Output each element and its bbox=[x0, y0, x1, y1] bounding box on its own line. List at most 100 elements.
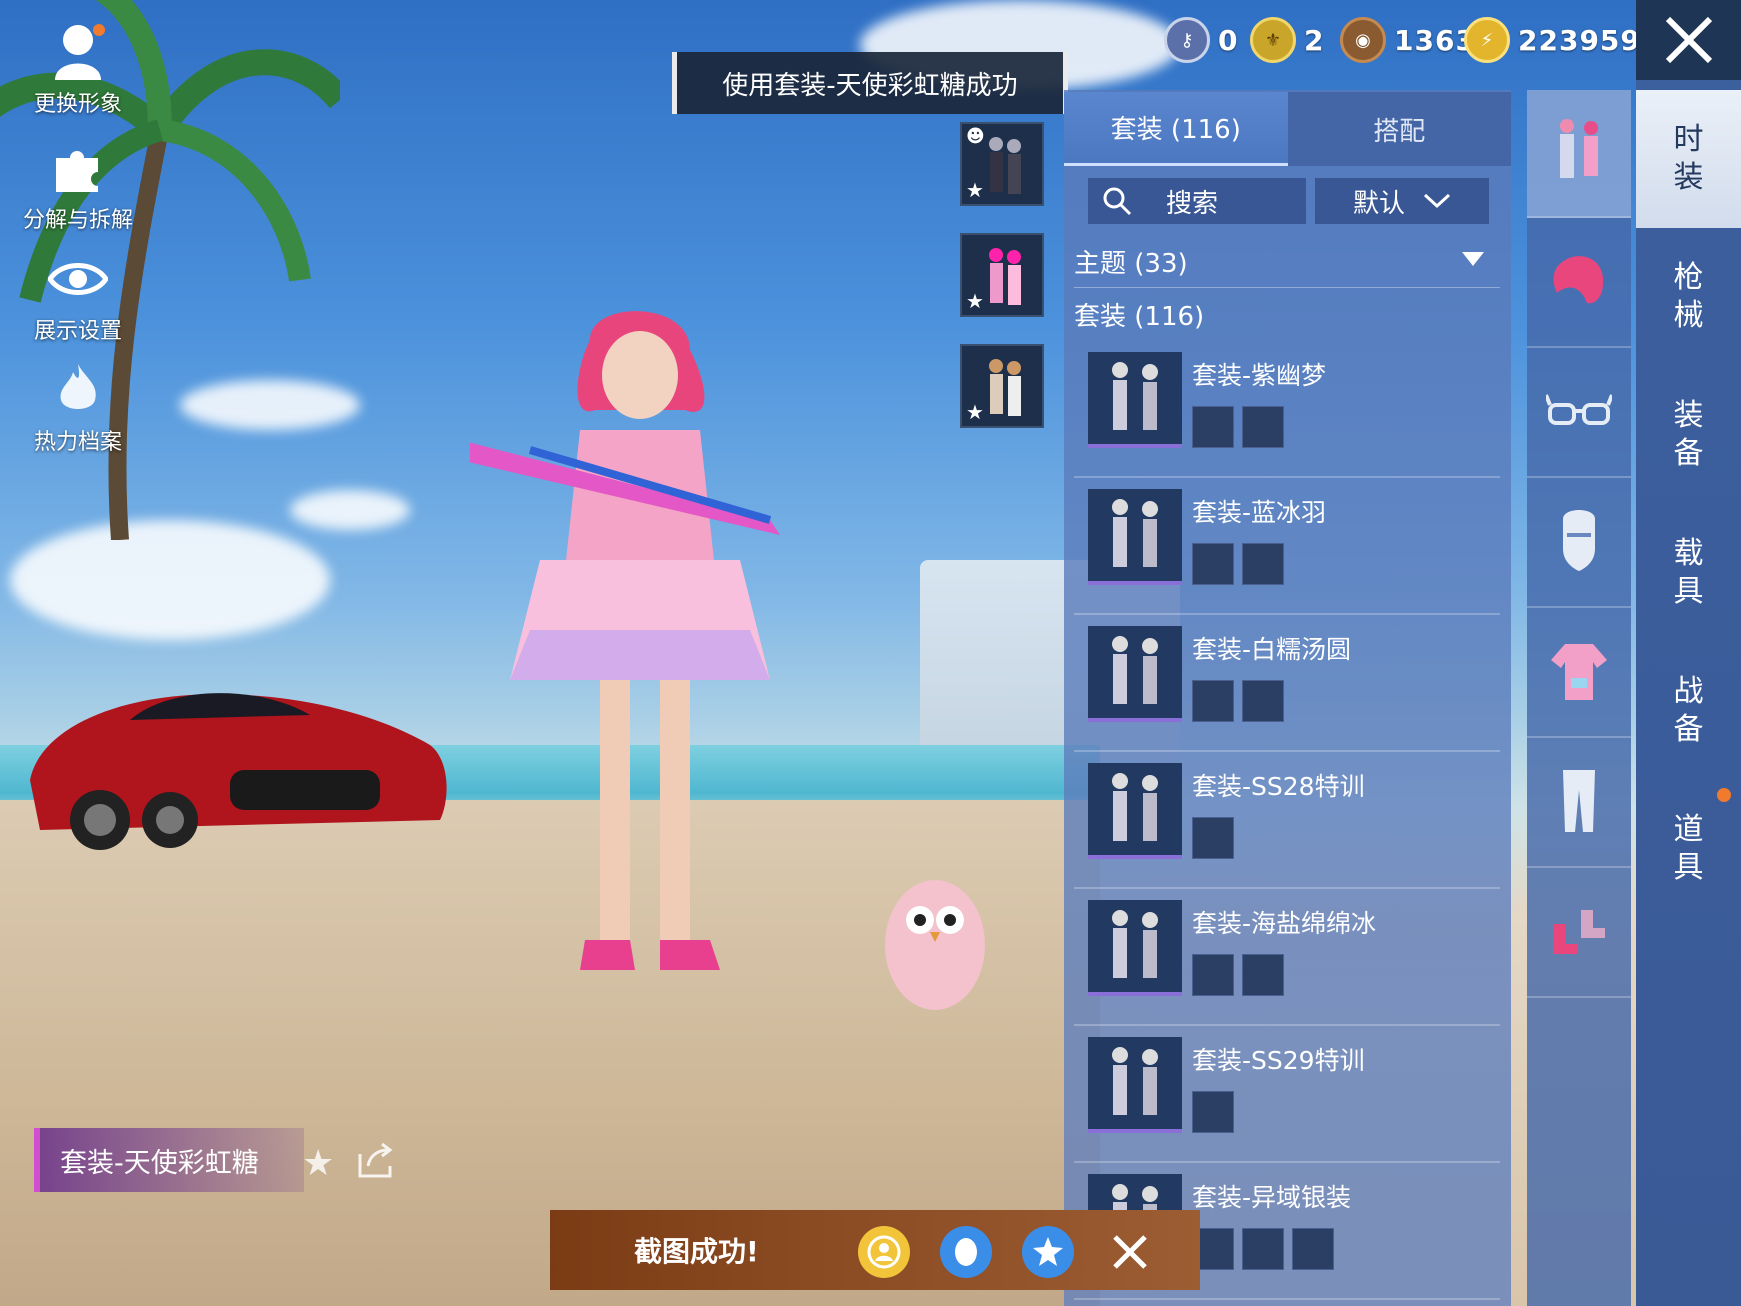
outfit-thumbnail bbox=[1088, 900, 1182, 996]
search-icon bbox=[1103, 187, 1132, 216]
category-outfit-set[interactable] bbox=[1527, 90, 1631, 218]
outfit-part-thumbnail[interactable] bbox=[1192, 1091, 1234, 1133]
currency-key-value: 0 bbox=[1218, 23, 1239, 57]
outfit-name: 套装-SS28特训 bbox=[1192, 772, 1365, 801]
share-qzone-button[interactable] bbox=[1022, 1226, 1074, 1278]
outfit-name: 套装-SS29特训 bbox=[1192, 1046, 1365, 1075]
player-character bbox=[470, 311, 780, 970]
vertical-tab-label: 时装 bbox=[1673, 122, 1704, 195]
tab-match[interactable]: 搭配 bbox=[1287, 92, 1511, 166]
display-settings-button[interactable]: 展示设置 bbox=[18, 247, 138, 345]
search-label: 搜索 bbox=[1166, 188, 1219, 219]
screenshot-bar: 截图成功! bbox=[550, 1210, 1200, 1290]
pink-owl-pet bbox=[885, 880, 985, 1010]
outfit-list-item[interactable]: 套装-蓝冰羽 bbox=[1074, 479, 1500, 615]
star-icon: ★ bbox=[966, 289, 984, 313]
vertical-tab-2[interactable]: 装备 bbox=[1636, 366, 1741, 504]
outfit-part-thumbnail[interactable] bbox=[1242, 1228, 1284, 1270]
category-top[interactable] bbox=[1527, 610, 1631, 738]
decompose-button[interactable]: 分解与拆解 bbox=[18, 136, 138, 234]
top-icon bbox=[1549, 638, 1609, 708]
vertical-tab-0[interactable]: 时装 bbox=[1636, 90, 1741, 228]
change-appearance-button[interactable]: 更换形象 bbox=[18, 20, 138, 118]
outfit-part-thumbnail[interactable] bbox=[1192, 954, 1234, 996]
tab-outfits[interactable]: 套装 (116) bbox=[1064, 92, 1288, 166]
outfit-part-thumbnail[interactable] bbox=[1242, 543, 1284, 585]
star-icon: ★ bbox=[966, 178, 984, 202]
vertical-tab-1[interactable]: 枪械 bbox=[1636, 228, 1741, 366]
outfit-part-thumbnail[interactable] bbox=[1192, 817, 1234, 859]
outfit-part-thumbnail[interactable] bbox=[1192, 406, 1234, 448]
outfit-list-item[interactable]: 套装-SS29特训 bbox=[1074, 1027, 1500, 1163]
vertical-tab-label: 枪械 bbox=[1673, 260, 1704, 333]
share-friend-button[interactable] bbox=[858, 1226, 910, 1278]
favorite-star-icon[interactable]: ★ bbox=[302, 1143, 334, 1184]
outfit-part-thumbnail[interactable] bbox=[1192, 543, 1234, 585]
glasses-icon bbox=[1544, 391, 1614, 435]
divider bbox=[1074, 613, 1500, 615]
currency-badge[interactable]: ⚜ 2 bbox=[1250, 17, 1325, 63]
success-toast: 使用套装-天使彩虹糖成功 bbox=[672, 52, 1068, 114]
vertical-tab-label: 载具 bbox=[1673, 536, 1704, 609]
search-box[interactable]: 搜索 bbox=[1088, 178, 1306, 224]
outfit-list-item[interactable]: 套装-SS28特训 bbox=[1074, 753, 1500, 889]
category-mask[interactable] bbox=[1527, 480, 1631, 608]
panel-tabs: 套装 (116) 搭配 bbox=[1064, 92, 1511, 166]
close-icon bbox=[1665, 16, 1712, 64]
eye-icon bbox=[46, 247, 110, 311]
vertical-tab-label: 战备 bbox=[1673, 674, 1704, 747]
currency-bronze[interactable]: ◉ 1363 bbox=[1340, 17, 1476, 63]
preset-slot-2[interactable]: ★ bbox=[960, 233, 1044, 317]
sort-label: 默认 bbox=[1352, 188, 1405, 219]
divider bbox=[1074, 1024, 1500, 1026]
currency-key[interactable]: ⚷ 0 bbox=[1164, 17, 1239, 63]
share-icon[interactable] bbox=[354, 1140, 396, 1182]
theme-section-header[interactable]: 主题 (33) bbox=[1074, 243, 1188, 280]
category-hair[interactable] bbox=[1527, 220, 1631, 348]
outfit-part-thumbnail[interactable] bbox=[1192, 680, 1234, 722]
shoes-icon bbox=[1547, 904, 1611, 962]
screenshot-success-text: 截图成功! bbox=[634, 1235, 759, 1268]
flame-icon bbox=[46, 358, 110, 422]
outfit-thumbnail bbox=[1088, 626, 1182, 722]
heat-profile-button[interactable]: 热力档案 bbox=[18, 358, 138, 456]
toast-text: 使用套装-天使彩虹糖成功 bbox=[722, 70, 1018, 101]
currency-badge-value: 2 bbox=[1304, 23, 1325, 57]
display-settings-label: 展示设置 bbox=[33, 319, 122, 344]
preset-slot-1[interactable]: ☻ ★ bbox=[960, 122, 1044, 206]
divider bbox=[1074, 887, 1500, 889]
category-pants[interactable] bbox=[1527, 740, 1631, 868]
outfit-name: 套装-蓝冰羽 bbox=[1192, 498, 1327, 527]
notification-dot bbox=[1717, 788, 1731, 802]
sort-dropdown[interactable]: 默认 bbox=[1315, 178, 1489, 224]
outfit-list-item[interactable]: 套装-白糯汤圆 bbox=[1074, 616, 1500, 752]
qq-penguin-icon bbox=[955, 1238, 977, 1266]
category-glasses[interactable] bbox=[1527, 350, 1631, 478]
vertical-tab-3[interactable]: 载具 bbox=[1636, 504, 1741, 642]
outfit-list-item[interactable]: 套装-紫幽梦 bbox=[1074, 342, 1500, 478]
vertical-tab-4[interactable]: 战备 bbox=[1636, 642, 1741, 780]
theme-section-label: 主题 (33) bbox=[1074, 249, 1188, 279]
vertical-tab-label: 装备 bbox=[1673, 398, 1704, 471]
outfit-thumbnail bbox=[1088, 1037, 1182, 1133]
outfit-thumbnail bbox=[1088, 352, 1182, 448]
mask-icon bbox=[1557, 509, 1601, 577]
share-qq-button[interactable] bbox=[940, 1226, 992, 1278]
close-button[interactable] bbox=[1636, 0, 1741, 80]
outfit-list-item[interactable]: 套装-海盐绵绵冰 bbox=[1074, 890, 1500, 1026]
triangle-down-icon[interactable] bbox=[1462, 252, 1484, 266]
preset-slot-3[interactable]: ★ bbox=[960, 344, 1044, 428]
outfit-part-thumbnail[interactable] bbox=[1242, 954, 1284, 996]
outfit-name: 套装-异域银装 bbox=[1192, 1183, 1352, 1212]
star-icon: ★ bbox=[966, 400, 984, 424]
divider bbox=[1074, 1298, 1500, 1300]
outfit-part-thumbnail[interactable] bbox=[1292, 1228, 1334, 1270]
decompose-label: 分解与拆解 bbox=[22, 208, 133, 233]
category-shoes[interactable] bbox=[1527, 870, 1631, 998]
outfit-part-thumbnail[interactable] bbox=[1242, 680, 1284, 722]
outfit-part-thumbnail[interactable] bbox=[1242, 406, 1284, 448]
currency-lightning[interactable]: ⚡ 223959 bbox=[1464, 17, 1641, 63]
divider bbox=[1074, 476, 1500, 478]
close-screenshot-bar-button[interactable] bbox=[1104, 1226, 1156, 1278]
key-coin-icon: ⚷ bbox=[1164, 17, 1210, 63]
